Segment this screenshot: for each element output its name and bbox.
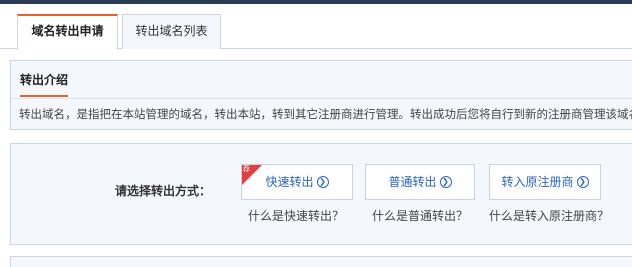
transfer-to-original-registrar-button[interactable]: 转入原注册商 ❯ <box>489 164 601 200</box>
intro-description: 转出域名，是指把在本站管理的域名，转出本站，转到其它注册商进行管理。转出成功后您… <box>19 107 632 121</box>
arrow-circle-right-icon: ❯ <box>576 175 589 188</box>
arrow-circle-right-icon: ❯ <box>439 175 452 188</box>
intro-title: 转出介绍 <box>20 73 69 97</box>
quick-transfer-button[interactable]: 荐 快速转出 ❯ <box>241 164 353 200</box>
what-is-original-registrar-transfer-link[interactable]: 什么是转入原注册商？ <box>489 207 609 224</box>
tab-bar: 域名转出申请 转出域名列表 <box>0 4 632 50</box>
intro-header: 转出介绍 <box>11 61 632 99</box>
what-is-normal-transfer-link[interactable]: 什么是普通转出？ <box>372 207 468 224</box>
transfer-to-original-registrar-label: 转入原注册商 <box>501 175 574 189</box>
tab-domain-transfer-out-apply[interactable]: 域名转出申请 <box>17 14 118 50</box>
what-is-quick-transfer-link[interactable]: 什么是快速转出？ <box>248 207 344 224</box>
transfer-method-panel: 请选择转出方式： 荐 快速转出 ❯ 普通转出 ❯ 转入原注册商 ❯ 什么是快速转出？ … <box>10 143 632 245</box>
next-panel <box>10 256 632 267</box>
normal-transfer-button[interactable]: 普通转出 ❯ <box>365 164 475 200</box>
method-label: 请选择转出方式： <box>115 184 212 198</box>
recommend-badge-label: 荐 <box>243 165 250 173</box>
transfer-intro-panel: 转出介绍 转出域名，是指把在本站管理的域名，转出本站，转到其它注册商进行管理。转… <box>10 60 632 130</box>
quick-transfer-label: 快速转出 <box>265 175 314 189</box>
normal-transfer-label: 普通转出 <box>388 175 437 189</box>
arrow-circle-right-icon: ❯ <box>316 175 329 188</box>
tab-transfer-out-domain-list[interactable]: 转出域名列表 <box>122 14 221 49</box>
